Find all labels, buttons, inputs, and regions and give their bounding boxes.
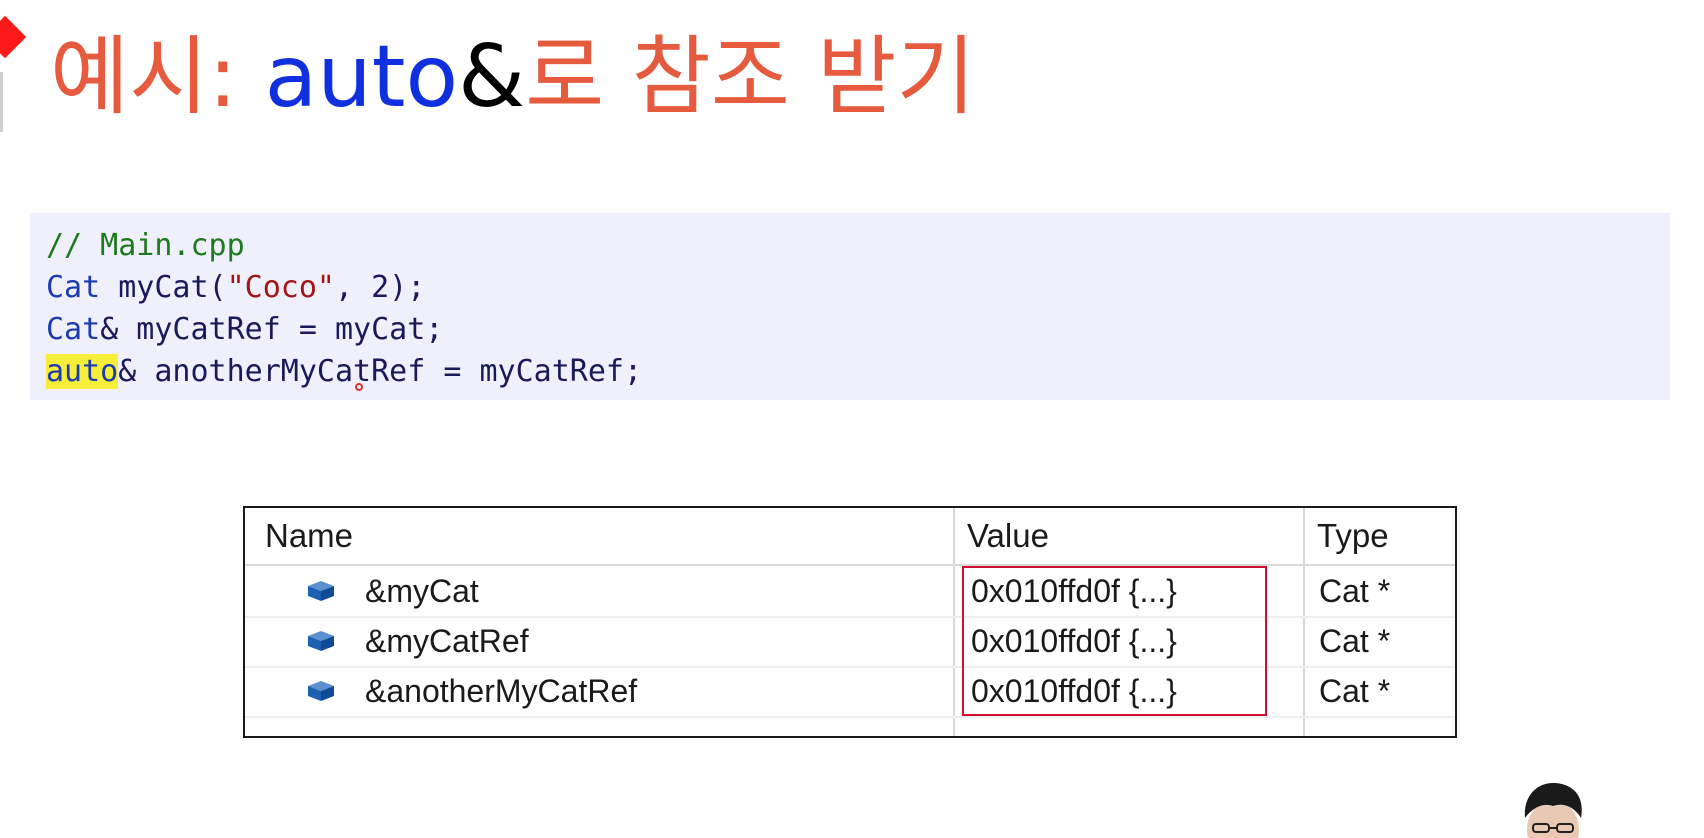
object-icon bbox=[308, 631, 334, 651]
code-comment: // Main.cpp bbox=[46, 228, 245, 263]
watch-name: &myCatRef bbox=[365, 623, 529, 659]
watch-type: Cat * bbox=[1319, 673, 1391, 709]
watch-type: Cat * bbox=[1319, 623, 1391, 659]
object-icon bbox=[308, 681, 334, 701]
code-line-2: Cat myCat("Coco", 2); bbox=[46, 267, 425, 309]
title-auto-keyword: auto bbox=[264, 27, 459, 127]
column-header-value[interactable]: Value bbox=[967, 508, 1049, 564]
slide-title: 예시: auto&로 참조 받기 bbox=[50, 22, 975, 132]
watch-type: Cat * bbox=[1319, 573, 1391, 609]
code-text: & bbox=[118, 354, 137, 389]
title-ampersand: & bbox=[458, 27, 526, 127]
watch-row[interactable]: &myCat 0x010ffd0f {...} Cat * bbox=[245, 566, 1455, 618]
title-korean-suffix: 로 참조 받기 bbox=[525, 27, 976, 127]
watch-name: &myCat bbox=[365, 573, 479, 609]
watch-name: &anotherMyCatRef bbox=[365, 673, 638, 709]
code-type: Cat bbox=[46, 312, 101, 347]
column-header-name[interactable]: Name bbox=[265, 508, 353, 564]
watch-row[interactable]: &anotherMyCatRef 0x010ffd0f {...} Cat * bbox=[245, 666, 1455, 718]
code-string: "Coco" bbox=[226, 270, 335, 305]
code-text: anotherMyCatRef = myCatRef; bbox=[136, 354, 643, 389]
slide-corner-marker bbox=[0, 15, 27, 59]
watch-header: Name Value Type bbox=[245, 508, 1455, 566]
code-type: Cat bbox=[46, 270, 101, 305]
presenter-avatar bbox=[1524, 782, 1582, 838]
watch-row[interactable]: &myCatRef 0x010ffd0f {...} Cat * bbox=[245, 616, 1455, 668]
slide-edge-line bbox=[0, 72, 3, 132]
watch-window: Name Value Type &myCat 0x010ffd0f {...} … bbox=[243, 506, 1457, 738]
code-line-1: // Main.cpp bbox=[46, 225, 245, 267]
mouse-cursor bbox=[355, 383, 363, 391]
code-line-4: auto& anotherMyCatRef = myCatRef; bbox=[46, 351, 642, 393]
column-header-type[interactable]: Type bbox=[1317, 508, 1389, 564]
code-highlighted-keyword: auto bbox=[46, 354, 119, 389]
code-block: // Main.cpp Cat myCat("Coco", 2); Cat& m… bbox=[30, 213, 1670, 400]
code-text: & myCatRef = myCat; bbox=[100, 312, 444, 347]
presenter-webcam bbox=[1515, 778, 1591, 838]
code-text: , 2); bbox=[335, 270, 426, 305]
value-highlight-box bbox=[962, 566, 1267, 716]
title-korean-prefix: 예시: bbox=[50, 27, 265, 127]
code-line-3: Cat& myCatRef = myCat; bbox=[46, 309, 443, 351]
code-text: myCat( bbox=[100, 270, 227, 305]
object-icon bbox=[308, 581, 334, 601]
